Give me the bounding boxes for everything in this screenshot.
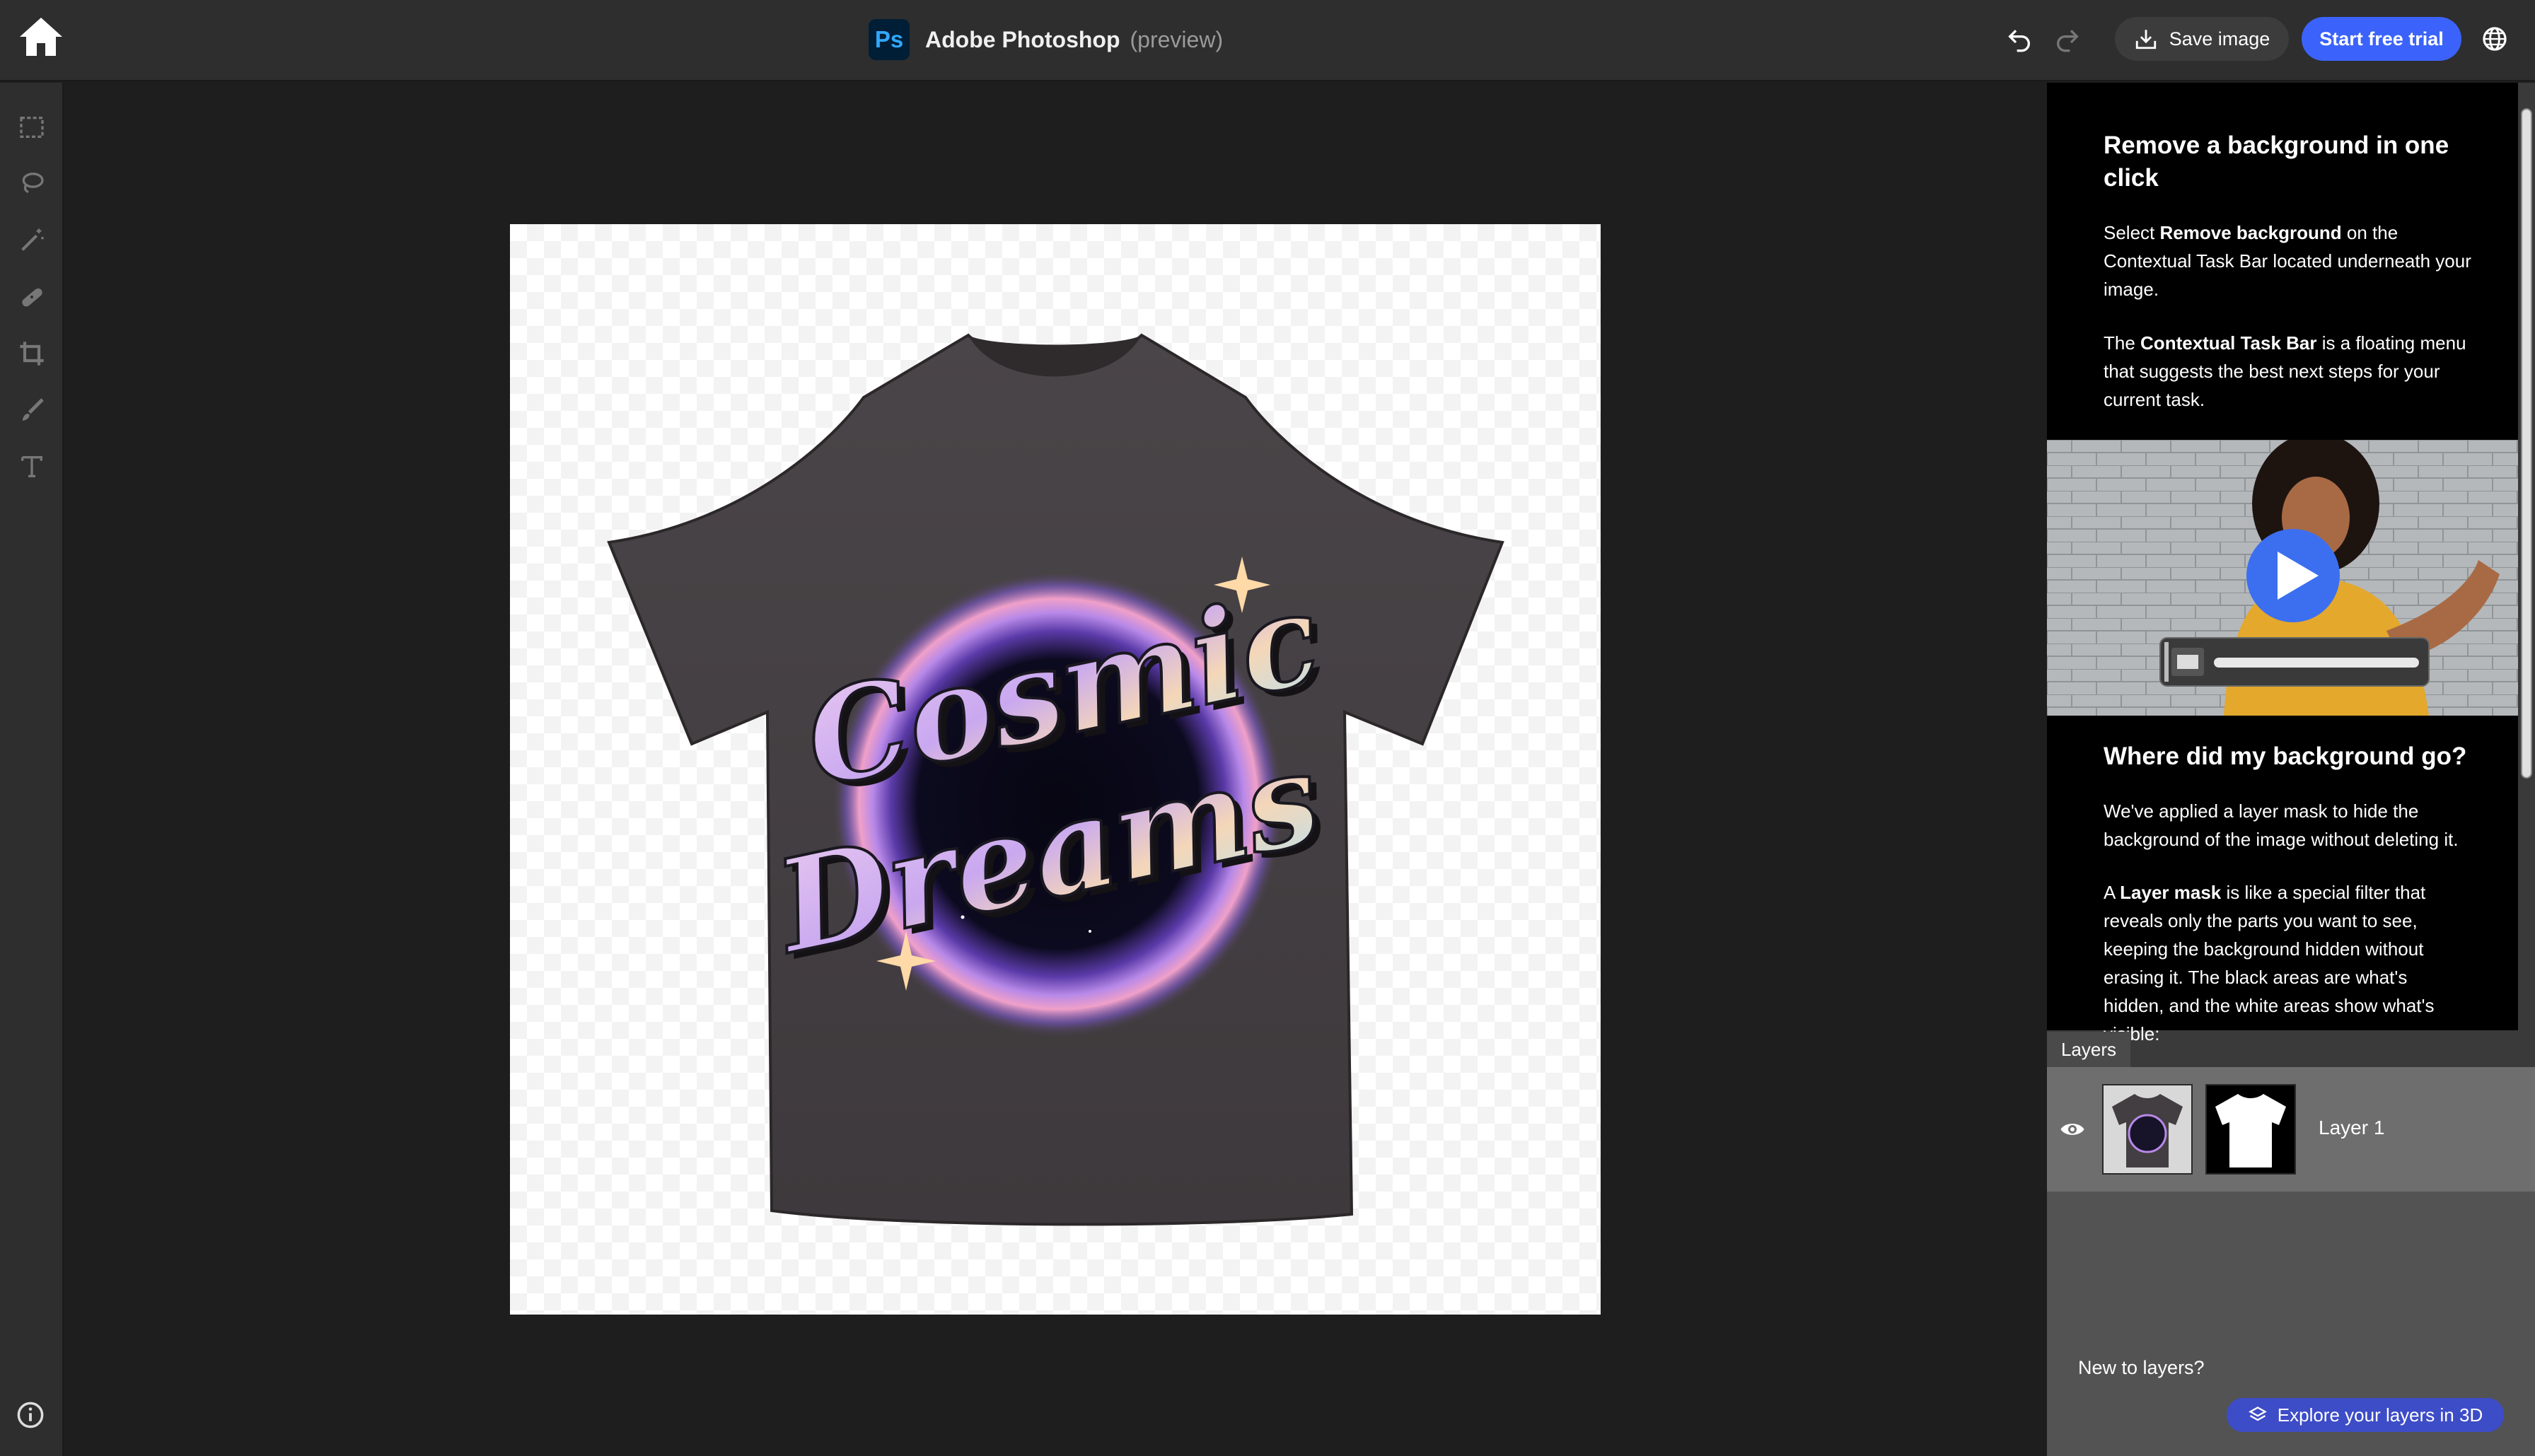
language-button[interactable] xyxy=(2477,21,2512,57)
home-icon xyxy=(20,18,62,56)
redo-icon xyxy=(2057,30,2079,52)
layer-name: Layer 1 xyxy=(2319,1117,2385,1138)
lasso-tool[interactable] xyxy=(16,168,48,200)
home-button[interactable] xyxy=(16,11,66,62)
magic-wand-tool[interactable] xyxy=(16,224,48,257)
layer-visibility-toggle[interactable] xyxy=(2060,1117,2085,1146)
undo-icon xyxy=(2008,30,2030,52)
tshirt-image: Cosmic Cosmic Dreams Dreams xyxy=(607,333,1504,1226)
magic-wand-icon xyxy=(21,228,44,251)
photoshop-logo: Ps xyxy=(869,19,910,60)
text-icon xyxy=(21,456,42,477)
brush-icon xyxy=(22,398,44,421)
app-subtitle: (preview) xyxy=(1130,26,1224,52)
help-title-remove-bg: Remove a background in one click xyxy=(2104,132,2449,192)
download-icon xyxy=(2135,30,2156,49)
explore-layers-label: Explore your layers in 3D xyxy=(2277,1404,2483,1426)
layers-icon xyxy=(2248,1407,2267,1421)
layer-thumbnail[interactable] xyxy=(2102,1084,2193,1175)
undo-button[interactable] xyxy=(2002,21,2037,57)
text-tool[interactable] xyxy=(16,450,48,483)
crop-tool[interactable] xyxy=(16,337,48,370)
image-canvas[interactable]: Cosmic Cosmic Dreams Dreams xyxy=(510,224,1601,1315)
top-bar: Ps Adobe Photoshop (preview) Save image … xyxy=(0,0,2535,81)
right-panel: Remove a background in one click Select … xyxy=(2047,83,2535,1456)
tutorial-video-thumbnail xyxy=(2047,440,2518,716)
marquee-tool[interactable] xyxy=(16,111,48,144)
help-paragraph-1: Select Remove background on the Contextu… xyxy=(2104,222,2471,300)
globe-icon xyxy=(2483,27,2507,51)
help-paragraph-3: We've applied a layer mask to hide the b… xyxy=(2104,800,2459,850)
explore-layers-3d-button[interactable]: Explore your layers in 3D xyxy=(2227,1398,2504,1432)
healing-brush-tool[interactable] xyxy=(16,281,48,313)
lasso-icon xyxy=(22,173,44,194)
help-paragraph-2: The Contextual Task Bar is a floating me… xyxy=(2104,332,2466,410)
marquee-icon xyxy=(20,117,44,138)
help-scrollbar[interactable] xyxy=(2521,108,2532,779)
new-to-layers-text: New to layers? xyxy=(2078,1357,2205,1378)
eye-icon xyxy=(2060,1124,2084,1135)
info-icon xyxy=(17,1402,44,1428)
save-image-label: Save image xyxy=(2169,28,2270,49)
layer-mask-thumbnail[interactable] xyxy=(2205,1084,2296,1175)
help-card[interactable]: Remove a background in one click Select … xyxy=(2047,83,2518,1044)
tab-layers[interactable]: Layers xyxy=(2047,1032,2130,1067)
info-button[interactable] xyxy=(16,1400,45,1430)
layer-row[interactable]: Layer 1 xyxy=(2047,1067,2535,1192)
healing-brush-icon xyxy=(22,288,42,307)
brush-tool[interactable] xyxy=(16,394,48,426)
help-title-where-bg: Where did my background go? xyxy=(2104,742,2467,770)
tool-rail xyxy=(0,83,64,1456)
redo-button[interactable] xyxy=(2050,21,2085,57)
layer-thumbnail-image xyxy=(2104,1085,2191,1173)
app-name: Adobe Photoshop xyxy=(925,26,1120,52)
crop-icon xyxy=(20,342,44,366)
help-paragraph-4: A Layer mask is like a special filter th… xyxy=(2104,882,2435,1044)
app-title: Ps Adobe Photoshop (preview) xyxy=(869,18,1223,61)
save-image-button[interactable]: Save image xyxy=(2115,17,2289,61)
layer-mask-image xyxy=(2207,1085,2295,1173)
start-free-trial-button[interactable]: Start free trial xyxy=(2302,17,2461,61)
tutorial-video[interactable] xyxy=(2047,440,2518,716)
